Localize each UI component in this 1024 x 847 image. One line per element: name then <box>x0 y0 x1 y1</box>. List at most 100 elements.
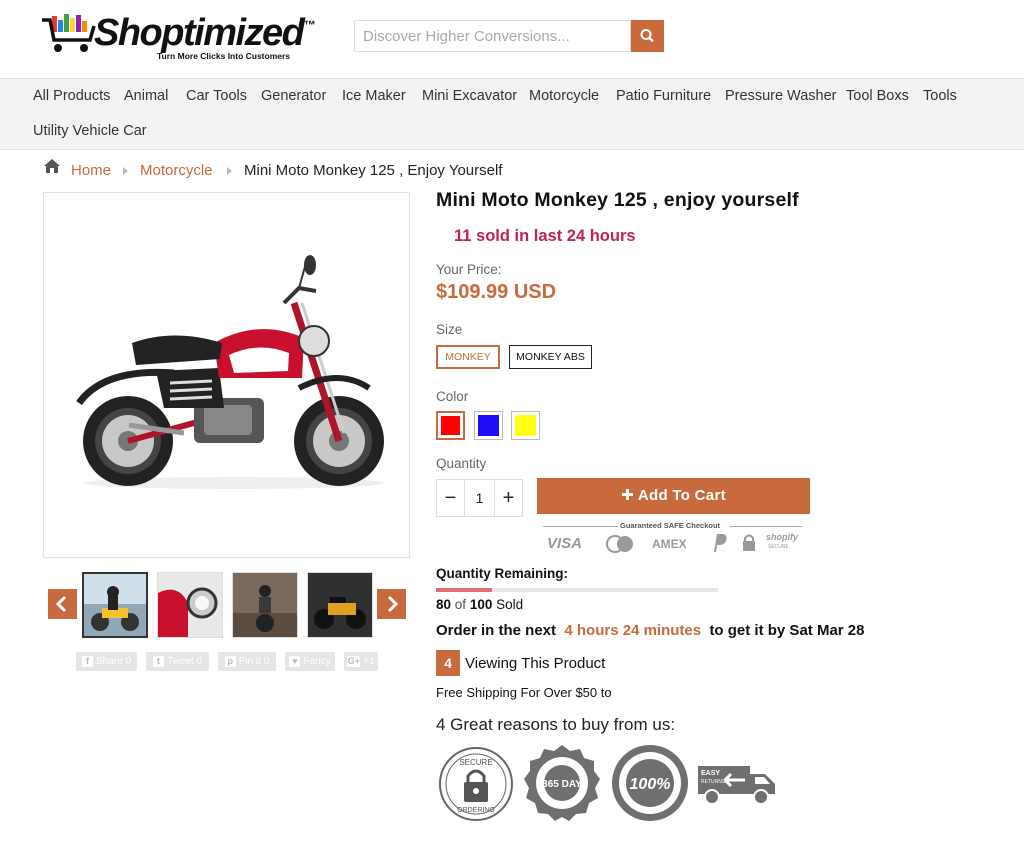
chevron-right-icon <box>227 167 232 175</box>
delivery-prefix: Order in the next <box>436 622 557 639</box>
search-icon <box>640 29 654 43</box>
thumbnail-image <box>158 573 222 637</box>
gallery-thumbnail[interactable] <box>157 572 223 638</box>
viewing-text: Viewing This Product <box>465 655 606 672</box>
product-price: $109.99 USD <box>436 281 557 303</box>
reasons-title: 4 Great reasons to buy from us: <box>436 715 676 734</box>
quantity-decrease-button[interactable]: − <box>436 479 465 517</box>
add-to-cart-label: Add To Cart <box>637 487 726 504</box>
gallery-thumbnail[interactable] <box>307 572 373 638</box>
stock-progress-fill <box>436 588 493 592</box>
nav-item-tools[interactable]: Tools <box>923 88 957 104</box>
of-text: of <box>454 597 467 612</box>
nav-item-ice-maker[interactable]: Ice Maker <box>342 88 406 104</box>
delivery-suffix: to get it by Sat Mar 28 <box>709 622 865 639</box>
motorcycle-image <box>76 255 384 489</box>
sold-count-text: 11 sold in last 24 hours <box>454 227 636 245</box>
nav-item-generator[interactable]: Generator <box>261 88 326 104</box>
delivery-time: 4 hours 24 minutes <box>564 622 702 639</box>
share-facebook-button[interactable]: f Share 0 <box>76 652 137 671</box>
sold-amount: 80 <box>436 597 452 612</box>
share-pinterest-button[interactable]: p Pin it 0 <box>218 652 276 671</box>
site-header: Shoptimized™ Turn More Clicks Into Custo… <box>0 0 1024 79</box>
viewing-count-badge: 4 <box>436 650 460 676</box>
share-google-plus-button[interactable]: G+ +1 <box>344 652 378 671</box>
nav-item-mini-excavator[interactable]: Mini Excavator <box>422 88 517 104</box>
share-label: Fancy <box>303 656 331 667</box>
money-back-badge-icon: 365 DAY <box>524 745 600 821</box>
sold-text: Sold <box>496 597 524 612</box>
badge-sub-text: RETURNS <box>701 779 726 785</box>
gallery-thumbnail[interactable] <box>232 572 298 638</box>
color-swatch-red[interactable] <box>436 411 465 440</box>
nav-item-utility-vehicle-car[interactable]: Utility Vehicle Car <box>33 123 147 139</box>
cart-logo-icon <box>42 14 96 52</box>
share-twitter-button[interactable]: t Tweet 0 <box>146 652 209 671</box>
safe-checkout-label: Guaranteed SAFE Checkout <box>620 521 721 530</box>
stock-progress-bar <box>436 588 718 592</box>
nav-item-pressure-washer[interactable]: Pressure Washer <box>725 88 836 104</box>
breadcrumb-home[interactable]: Home <box>71 162 111 179</box>
shopify-logo: shopify <box>766 532 799 542</box>
twitter-icon: t <box>152 655 164 667</box>
nav-item-all-products[interactable]: All Products <box>33 88 110 104</box>
site-logo[interactable]: Shoptimized™ Turn More Clicks Into Custo… <box>42 8 315 66</box>
gallery-thumbnail[interactable] <box>82 572 148 638</box>
easy-returns-truck-icon: EASY RETURNS <box>698 766 775 805</box>
satisfaction-badge-icon: 100% <box>612 745 688 821</box>
logo-trademark: ™ <box>303 18 315 32</box>
search-button[interactable] <box>631 20 664 52</box>
nav-item-patio-furniture[interactable]: Patio Furniture <box>616 88 711 104</box>
gallery-next-button[interactable] <box>377 589 406 619</box>
chevron-left-icon <box>55 595 67 613</box>
chevron-right-icon <box>387 595 399 613</box>
thumbnail-image <box>233 573 297 637</box>
chevron-right-icon <box>123 167 128 175</box>
nav-item-motorcycle[interactable]: Motorcycle <box>529 88 599 104</box>
share-label: Pin it 0 <box>238 656 270 667</box>
badge-center-text: 100% <box>630 776 671 793</box>
plus-icon: ✚ <box>621 487 638 504</box>
badge-top-text: SECURE <box>459 758 492 767</box>
color-label: Color <box>436 389 469 404</box>
badge-bottom-text: ORDERING <box>457 807 495 814</box>
price-label: Your Price: <box>436 262 502 277</box>
logo-tagline: Turn More Clicks Into Customers <box>157 51 291 61</box>
product-main-image[interactable] <box>43 192 410 558</box>
search-input[interactable] <box>354 20 631 52</box>
quantity-increase-button[interactable]: + <box>494 479 523 517</box>
secure-ordering-badge-icon: SECURE ORDERING <box>439 747 513 821</box>
badge-center-text: 365 DAY <box>542 779 582 790</box>
divider <box>730 526 802 527</box>
quantity-input[interactable]: 1 <box>464 479 495 517</box>
delivery-countdown: Order in the next 4 hours 24 minutes to … <box>436 622 864 639</box>
visa-logo: VISA <box>547 535 583 552</box>
shipping-text: Free Shipping For Over $50 to <box>436 685 612 700</box>
size-label: Size <box>436 322 463 337</box>
share-label: Share 0 <box>95 656 132 667</box>
home-icon[interactable] <box>43 158 61 174</box>
share-fancy-button[interactable]: ♥ Fancy <box>285 652 335 671</box>
color-swatch-yellow[interactable] <box>511 411 540 440</box>
paypal-logo-icon <box>714 534 727 552</box>
nav-item-tool-boxs[interactable]: Tool Boxs <box>846 88 909 104</box>
size-option-monkey-abs[interactable]: MONKEY ABS <box>509 345 592 369</box>
amex-logo: AMEX <box>652 537 687 551</box>
gallery-prev-button[interactable] <box>48 589 77 619</box>
stock-sold-text: 80 of 100 Sold <box>436 597 523 612</box>
fancy-icon: ♥ <box>289 655 301 667</box>
product-title: Mini Moto Monkey 125 , enjoy yourself <box>436 189 799 211</box>
size-option-monkey[interactable]: MONKEY <box>436 345 500 369</box>
color-swatch-blue[interactable] <box>474 411 503 440</box>
facebook-icon: f <box>81 655 93 667</box>
nav-item-car-tools[interactable]: Car Tools <box>186 88 247 104</box>
google-plus-icon: G+ <box>347 655 361 667</box>
badge-text: EASY <box>701 770 720 777</box>
share-label: +1 <box>363 656 375 667</box>
add-to-cart-button[interactable]: ✚ Add To Cart <box>537 478 810 514</box>
nav-item-animal[interactable]: Animal <box>124 88 168 104</box>
mastercard-logo-icon <box>606 535 633 553</box>
divider <box>543 526 618 527</box>
breadcrumb-category[interactable]: Motorcycle <box>140 162 213 179</box>
breadcrumb-current: Mini Moto Monkey 125 , Enjoy Yourself <box>244 162 503 179</box>
